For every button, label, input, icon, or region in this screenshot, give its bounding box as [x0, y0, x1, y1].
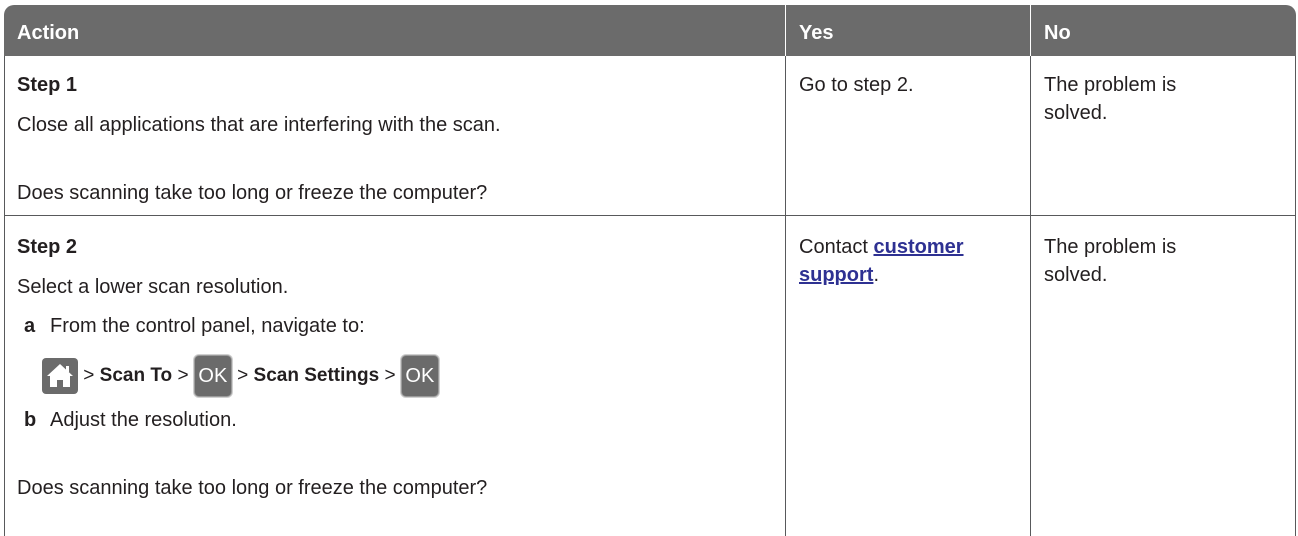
- nav-separator: >: [177, 365, 189, 386]
- header-yes: Yes: [786, 5, 1030, 56]
- column-divider-no: [1030, 56, 1031, 536]
- step-2-title: Step 2: [17, 236, 78, 258]
- nav-separator: >: [384, 365, 396, 386]
- step-1-question: Does scanning take too long or freeze th…: [17, 182, 488, 204]
- row-1-action: Step 1 Close all applications that are i…: [17, 71, 777, 207]
- home-button-icon: [42, 357, 78, 394]
- troubleshooting-table: Action Yes No Step 1 Close all applicati…: [4, 5, 1296, 536]
- table-left-border: [4, 56, 5, 536]
- step-2-sub-b: b Adjust the resolution.: [17, 406, 777, 434]
- column-divider-yes: [785, 56, 786, 536]
- step-2-text: Select a lower scan resolution.: [17, 276, 289, 298]
- step-2-question: Does scanning take too long or freeze th…: [17, 477, 488, 499]
- row-1-no: The problem is solved.: [1044, 74, 1177, 124]
- period: .: [873, 264, 879, 286]
- row-1-yes: Go to step 2.: [799, 74, 914, 96]
- sub-a-letter: a: [24, 315, 36, 337]
- nav-scan-settings: Scan Settings: [253, 365, 380, 386]
- table-right-border: [1295, 56, 1296, 536]
- navigation-path: > Scan To > OK > Scan Settings > OK: [17, 354, 777, 398]
- step-1-title: Step 1: [17, 74, 78, 96]
- nav-separator: >: [237, 365, 249, 386]
- row-2-yes: Contact customer support.: [799, 233, 1024, 289]
- sub-b-text: Adjust the resolution.: [50, 409, 237, 431]
- ok-button-icon: OK: [400, 354, 439, 397]
- sub-b-letter: b: [24, 409, 37, 431]
- header-no: No: [1031, 5, 1296, 56]
- header-action: Action: [4, 5, 785, 56]
- sub-a-text: From the control panel, navigate to:: [50, 315, 365, 337]
- nav-scan-to: Scan To: [99, 365, 173, 386]
- row-divider: [4, 215, 1296, 216]
- nav-separator: >: [83, 365, 95, 386]
- ok-button-icon: OK: [193, 354, 232, 397]
- row-2-no: The problem is solved.: [1044, 236, 1177, 286]
- contact-text: Contact: [799, 236, 874, 258]
- step-2-sub-a: a From the control panel, navigate to:: [17, 312, 777, 340]
- step-1-text: Close all applications that are interfer…: [17, 114, 501, 136]
- row-2-action: Step 2 Select a lower scan resolution. a…: [17, 233, 777, 502]
